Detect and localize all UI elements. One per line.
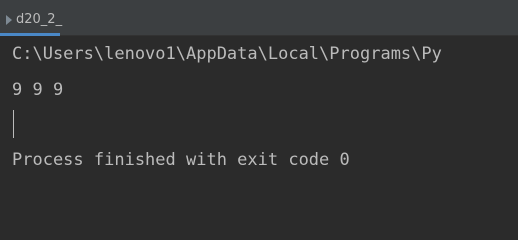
run-tab-bar: d20_2_ <box>0 6 518 36</box>
run-tab[interactable]: d20_2_ <box>0 6 63 36</box>
console-output-line: 9 9 9 <box>12 80 64 100</box>
text-cursor <box>13 110 14 138</box>
run-config-icon <box>6 14 12 25</box>
run-tab-label: d20_2_ <box>16 12 63 27</box>
console-command-line: C:\Users\lenovo1\AppData\Local\Programs\… <box>12 44 442 64</box>
console-exit-message: Process finished with exit code 0 <box>12 150 350 170</box>
run-console[interactable]: C:\Users\lenovo1\AppData\Local\Programs\… <box>0 37 518 226</box>
